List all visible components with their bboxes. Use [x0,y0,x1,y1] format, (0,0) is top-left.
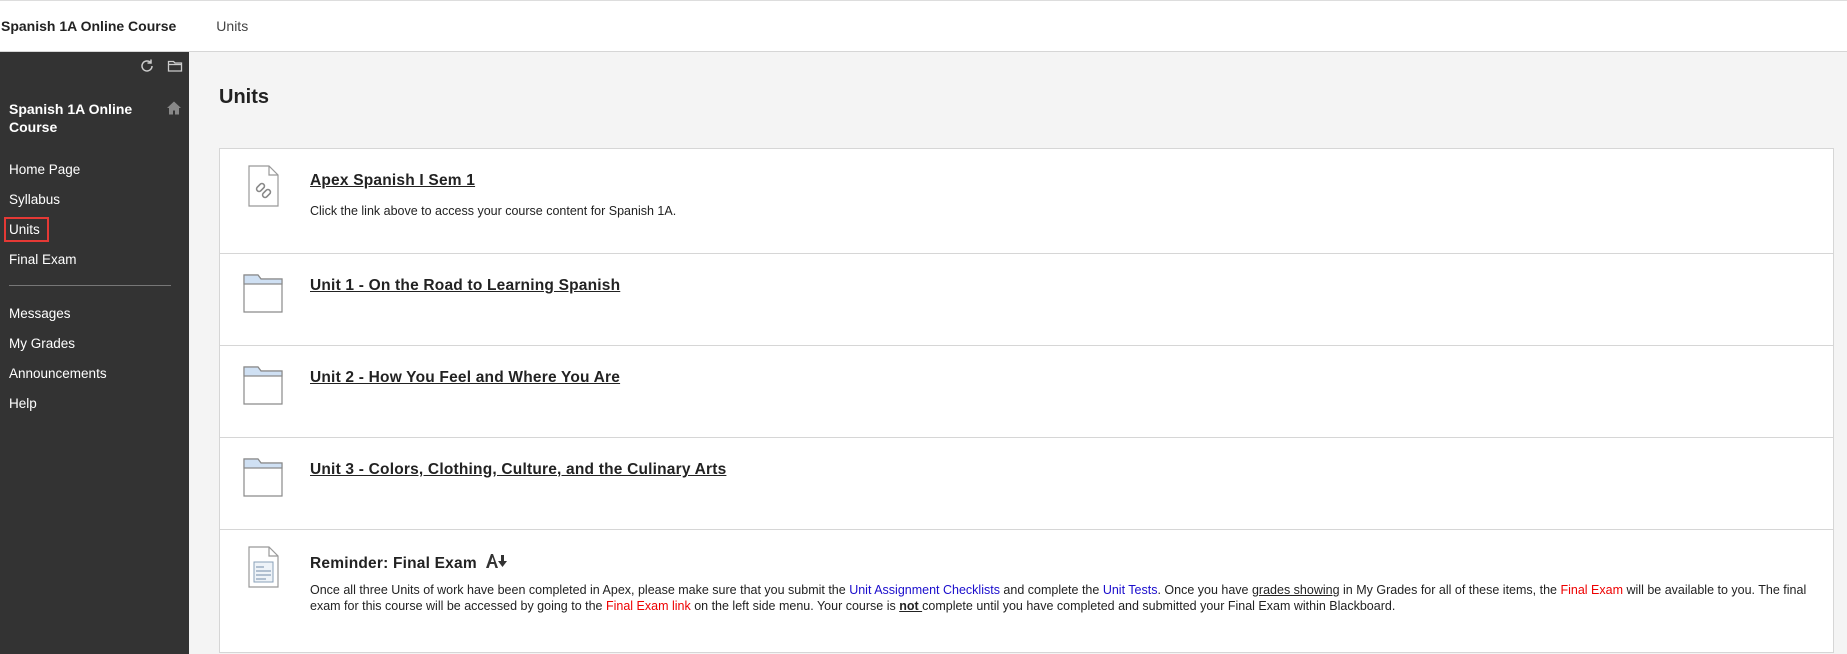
folder-view-icon[interactable] [167,58,183,74]
home-icon[interactable] [166,100,182,116]
sidebar-item-home-page[interactable]: Home Page [0,155,189,185]
options-arrow-icon[interactable] [485,552,509,575]
item-title-link[interactable]: Unit 3 - Colors, Clothing, Culture, and … [310,461,726,479]
list-item: Unit 2 - How You Feel and Where You Are [220,346,1833,438]
breadcrumb-page: Units [216,18,249,34]
sidebar-divider [9,285,171,286]
sidebar-menu-secondary: Messages My Grades Announcements Help [0,299,189,419]
item-description: Click the link above to access your cour… [310,204,677,218]
sidebar-item-syllabus[interactable]: Syllabus [0,185,189,215]
folder-icon [243,456,283,498]
list-item: Reminder: Final Exam Once all three Unit… [220,530,1833,652]
list-item: Unit 1 - On the Road to Learning Spanish [220,254,1833,346]
item-title: Reminder: Final Exam [310,552,509,575]
item-title-link[interactable]: Unit 2 - How You Feel and Where You Are [310,369,620,387]
sidebar-item-final-exam[interactable]: Final Exam [0,245,189,275]
document-icon [243,546,283,588]
sidebar-menu-primary: Home Page Syllabus Units Final Exam [0,155,189,275]
page-title: Units [219,86,269,108]
content-area: Units Apex Spanish I Sem 1 Click the lin… [189,52,1847,654]
breadcrumb-course[interactable]: Spanish 1A Online Course [1,18,176,34]
web-link-icon [243,165,283,207]
course-sidebar: Spanish 1A Online Course Home Page Sylla… [0,52,189,654]
folder-icon [243,364,283,406]
folder-icon [243,272,283,314]
sidebar-item-my-grades[interactable]: My Grades [0,329,189,359]
item-title-link[interactable]: Apex Spanish I Sem 1 [310,172,475,190]
breadcrumb: Spanish 1A Online Course Units [0,0,1847,52]
sidebar-tools [139,58,183,74]
item-title-link[interactable]: Unit 1 - On the Road to Learning Spanish [310,277,620,295]
sidebar-item-announcements[interactable]: Announcements [0,359,189,389]
content-list: Apex Spanish I Sem 1 Click the link abov… [219,148,1834,653]
list-item: Unit 3 - Colors, Clothing, Culture, and … [220,438,1833,530]
unit-assignment-checklists-link[interactable]: Unit Assignment Checklists [849,583,1000,597]
sidebar-item-help[interactable]: Help [0,389,189,419]
item-body: Once all three Units of work have been c… [310,583,1807,613]
sidebar-course-title[interactable]: Spanish 1A Online Course [9,100,149,136]
sidebar-item-messages[interactable]: Messages [0,299,189,329]
unit-tests-link[interactable]: Unit Tests [1103,583,1158,597]
sidebar-item-units[interactable]: Units [0,215,189,245]
list-item: Apex Spanish I Sem 1 Click the link abov… [220,149,1833,254]
refresh-icon[interactable] [139,58,155,74]
